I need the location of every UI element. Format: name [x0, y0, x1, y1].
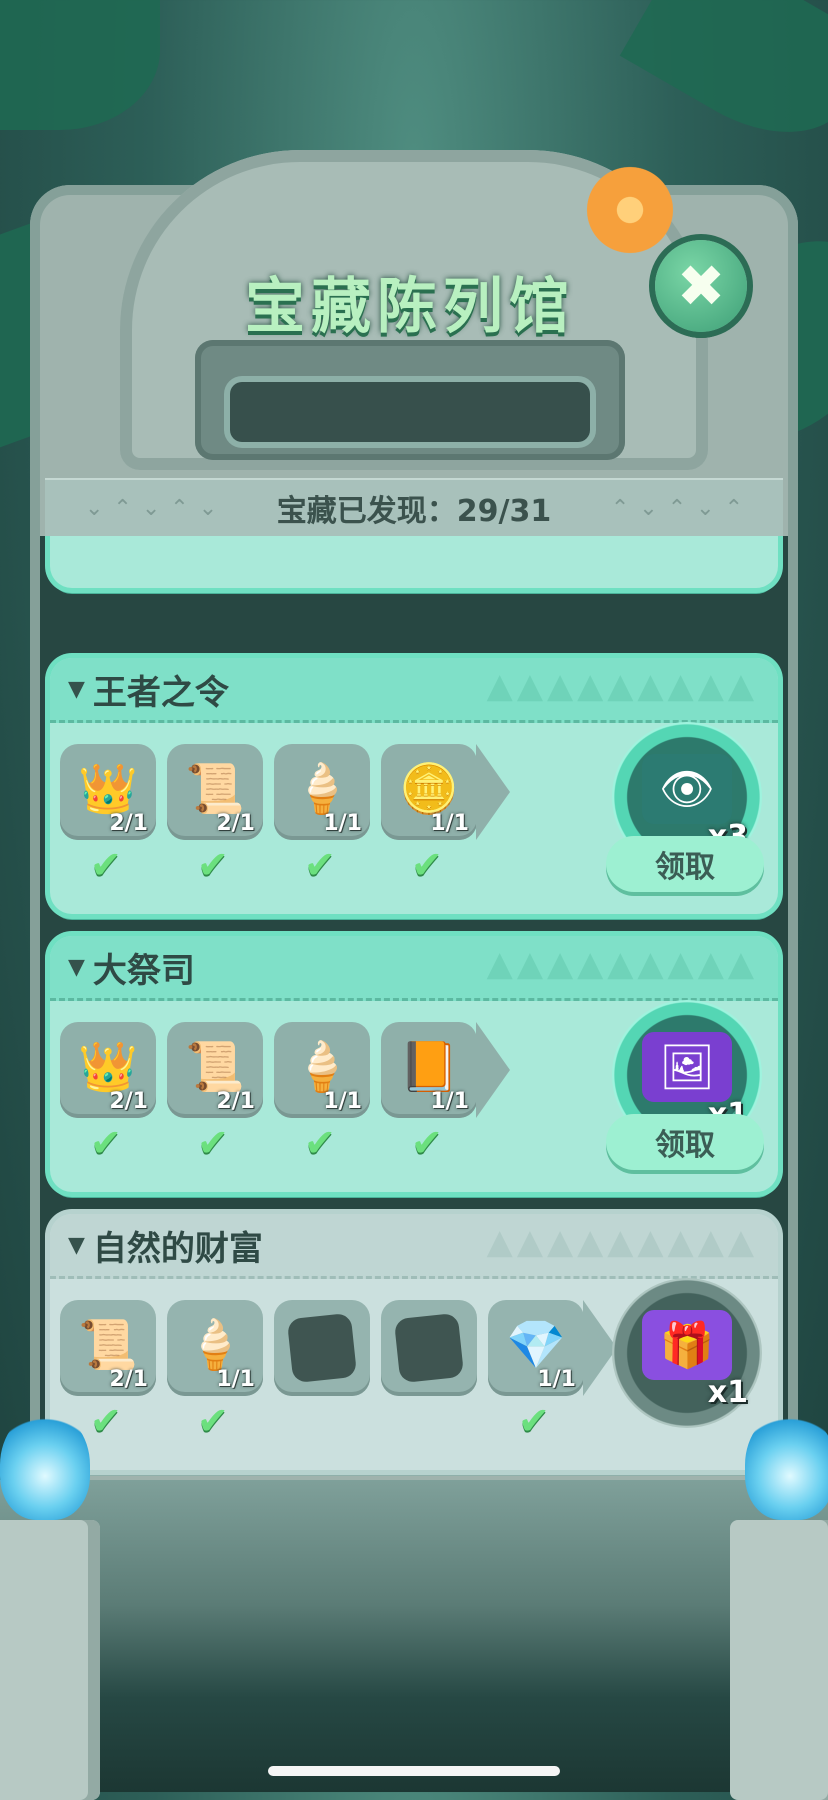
checkmark-icon: ✔ — [411, 1121, 443, 1165]
card-header[interactable]: ▼ 自然的财富 ▲▲▲▲▲▲▲▲▲ — [50, 1214, 778, 1279]
header-pattern: ▲▲▲▲▲▲▲▲▲ — [486, 666, 758, 706]
header-pattern: ▲▲▲▲▲▲▲▲▲ — [486, 944, 758, 984]
blue-flame-icon — [745, 1410, 828, 1520]
checkmark-icon: ✔ — [197, 1399, 229, 1443]
item-count: 2/1 — [216, 811, 255, 836]
photo-card-icon: 🖼 — [642, 1032, 732, 1102]
eye-ticket-icon: 👁 — [642, 754, 732, 824]
chevron-pattern-icon: ⌃⌄⌃⌄⌃ — [610, 496, 753, 521]
item-count: 2/1 — [109, 811, 148, 836]
progress-label: 宝藏已发现：29/31 — [276, 494, 552, 529]
card-title: 王者之令 — [92, 672, 229, 713]
item-count: 2/1 — [216, 1089, 255, 1114]
item-count: 1/1 — [323, 811, 362, 836]
item-count: 2/1 — [109, 1367, 148, 1392]
card-title: 大祭司 — [92, 950, 195, 991]
checkmark-icon: ✔ — [90, 1399, 122, 1443]
checkmark-icon: ✔ — [518, 1399, 550, 1443]
item-count: 1/1 — [323, 1089, 362, 1114]
plate-slot — [230, 382, 590, 442]
locked-silhouette-icon — [286, 1312, 358, 1384]
treasure-slot[interactable]: 👑 2/1 — [60, 744, 156, 840]
leaf-decoration — [619, 0, 828, 166]
page-title: 宝藏陈列馆 — [245, 272, 575, 342]
home-indicator[interactable] — [268, 1766, 560, 1776]
chevron-down-icon: ▼ — [68, 954, 85, 980]
treasure-slot[interactable]: 📙 1/1 — [381, 1022, 477, 1118]
reward-badge[interactable]: 🎁 x1 — [612, 1278, 762, 1428]
locked-silhouette-icon — [393, 1312, 465, 1384]
row-arrow-tip — [476, 744, 510, 840]
item-count: 2/1 — [109, 1089, 148, 1114]
treasure-slot[interactable]: 🪙 1/1 — [381, 744, 477, 840]
treasure-slot[interactable]: 📜 2/1 — [167, 744, 263, 840]
treasure-card: ▼ 自然的财富 ▲▲▲▲▲▲▲▲▲ 📜 2/1 ✔ 🍦 1/1 ✔ 💎 1/1 ✔ 🎁 x1 — [50, 1214, 778, 1470]
checkmark-icon: ✔ — [411, 843, 443, 887]
reward-count: x1 — [707, 1375, 748, 1410]
checkmark-icon: ✔ — [197, 1121, 229, 1165]
treasure-card: ▼王者之令▲▲▲▲▲▲▲▲▲👑2/1✔📜2/1✔🍦1/1✔🪙1/1✔👁x3领取 — [50, 658, 778, 914]
chevron-down-icon: ▼ — [68, 676, 85, 702]
treasure-slot[interactable]: 🍦 1/1 — [274, 1022, 370, 1118]
progress-bar: ⌄⌃⌄⌃⌄ 宝藏已发现：29/31 ⌃⌄⌃⌄⌃ — [45, 478, 783, 536]
checkmark-icon: ✔ — [90, 843, 122, 887]
treasure-list[interactable]: 🥯4/1✔🧰1/1✔🧰4/1✔📙1/1✔🔔2/1✔🖼x2领取 ▼ 王者之令 ▲▲▲▲▲… — [40, 536, 788, 1476]
claim-button[interactable]: 领取 — [606, 836, 764, 892]
treasure-slot[interactable]: 👑 2/1 — [60, 1022, 156, 1118]
chevron-down-icon: ▼ — [68, 1232, 85, 1258]
treasure-slot[interactable] — [381, 1300, 477, 1396]
card-header[interactable]: ▼ 王者之令 ▲▲▲▲▲▲▲▲▲ — [50, 658, 778, 723]
row-arrow-tip — [476, 1022, 510, 1118]
close-icon: ✖ — [676, 252, 726, 320]
item-count: 1/1 — [430, 1089, 469, 1114]
stone-pillar-right — [730, 1520, 828, 1800]
treasure-card: ▼大祭司▲▲▲▲▲▲▲▲▲👑2/1✔📜2/1✔🍦1/1✔📙1/1✔🖼x1领取 — [50, 936, 778, 1192]
checkmark-icon: ✔ — [304, 1121, 336, 1165]
claim-button[interactable]: 领取 — [606, 1114, 764, 1170]
gift-box-icon: 🎁 — [642, 1310, 732, 1380]
treasure-slot[interactable]: 💎 1/1 — [488, 1300, 584, 1396]
treasure-slot[interactable] — [274, 1300, 370, 1396]
header-pattern: ▲▲▲▲▲▲▲▲▲ — [486, 1222, 758, 1262]
checkmark-icon: ✔ — [197, 843, 229, 887]
flower-icon — [575, 165, 685, 255]
item-count: 1/1 — [537, 1367, 576, 1392]
chevron-pattern-icon: ⌄⌃⌄⌃⌄ — [85, 496, 228, 521]
checkmark-icon: ✔ — [90, 1121, 122, 1165]
treasure-card: 🥯4/1✔🧰1/1✔🧰4/1✔📙1/1✔🔔2/1✔🖼x2领取 — [50, 536, 778, 588]
stone-pillar-left — [0, 1520, 100, 1800]
floor-decoration — [0, 1480, 828, 1792]
blue-flame-icon — [0, 1410, 90, 1520]
item-count: 1/1 — [216, 1367, 255, 1392]
treasure-slot[interactable]: 📜 2/1 — [167, 1022, 263, 1118]
leaf-decoration — [0, 0, 160, 130]
treasure-slot[interactable]: 📜 2/1 — [60, 1300, 156, 1396]
card-header[interactable]: ▼ 大祭司 ▲▲▲▲▲▲▲▲▲ — [50, 936, 778, 1001]
treasure-slot[interactable]: 🍦 1/1 — [274, 744, 370, 840]
treasure-slot[interactable]: 🍦 1/1 — [167, 1300, 263, 1396]
card-title: 自然的财富 — [92, 1228, 263, 1269]
close-button[interactable]: ✖ — [655, 240, 747, 332]
item-count: 1/1 — [430, 811, 469, 836]
checkmark-icon: ✔ — [304, 843, 336, 887]
